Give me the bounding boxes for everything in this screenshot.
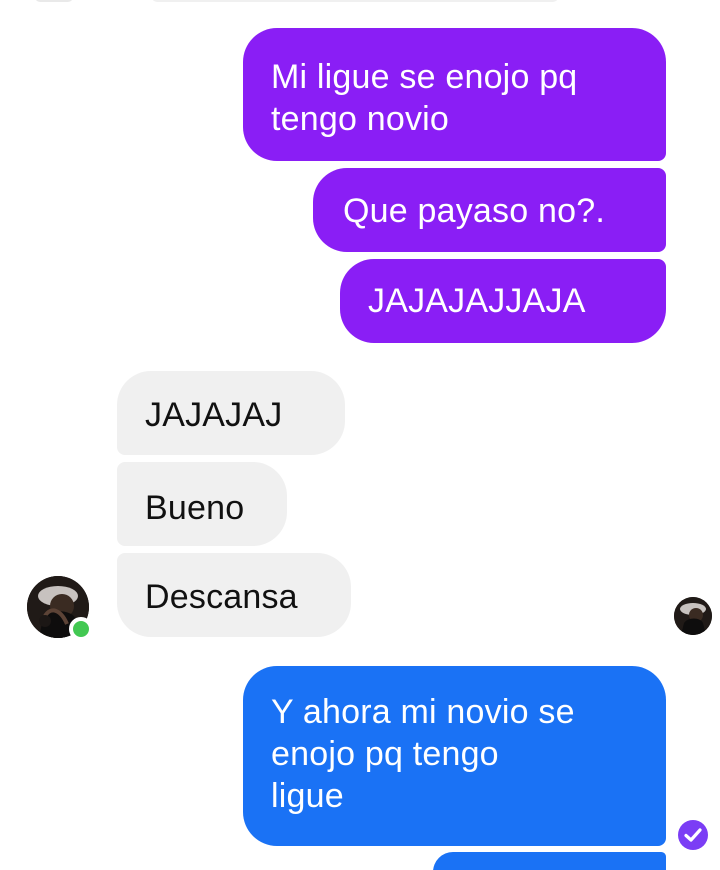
outgoing-message[interactable]: Que payaso no?.: [313, 168, 666, 252]
delivered-check-icon: [676, 818, 710, 852]
chat-screen: Mi ligue se enojo pq tengo novio Que pay…: [0, 0, 720, 870]
previous-message-icon: [35, 0, 73, 2]
online-status-indicator: [69, 617, 93, 641]
outgoing-message[interactable]: JAJAJAJJAJA: [340, 259, 666, 343]
outgoing-message[interactable]: Y ahora mi novio se enojo pq tengo ligue: [243, 666, 666, 846]
incoming-message[interactable]: Descansa: [117, 553, 351, 637]
previous-message-bubble[interactable]: [150, 0, 560, 2]
incoming-message[interactable]: Bueno: [117, 462, 287, 546]
outgoing-message-partial[interactable]: [433, 852, 666, 870]
outgoing-message[interactable]: Mi ligue se enojo pq tengo novio: [243, 28, 666, 161]
incoming-message[interactable]: JAJAJAJ: [117, 371, 345, 455]
seen-avatar-icon: [674, 597, 712, 635]
previous-message-fragment: [35, 0, 560, 2]
